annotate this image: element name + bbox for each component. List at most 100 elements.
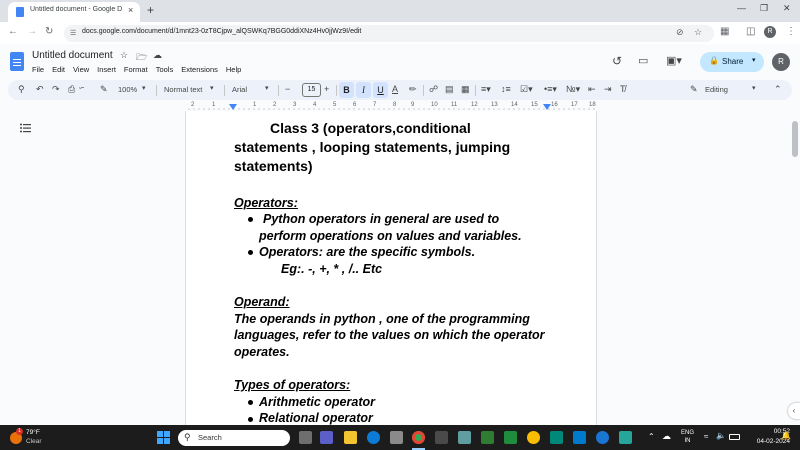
increase-font-size-icon[interactable]: + [324, 84, 329, 94]
menu-edit[interactable]: Edit [52, 65, 65, 74]
app-icon[interactable] [527, 431, 540, 444]
teams-icon[interactable] [320, 431, 333, 444]
wifi-icon[interactable]: ≈ [704, 432, 708, 441]
restore-icon[interactable]: ❐ [760, 3, 768, 14]
browser-menu-icon[interactable]: ⋮ [786, 26, 796, 37]
excel-icon[interactable] [504, 431, 517, 444]
underline-icon[interactable]: U [373, 82, 388, 98]
numbered-list-icon[interactable]: №▾ [566, 84, 580, 95]
editing-pencil-icon[interactable]: ✎ [690, 84, 698, 95]
bulleted-list-icon[interactable]: •≡▾ [544, 84, 557, 95]
new-tab-button[interactable]: + [147, 3, 154, 17]
add-comment-icon[interactable]: ▤ [445, 84, 454, 95]
document-title[interactable]: Untitled document [32, 50, 113, 61]
side-panel-toggle-icon[interactable]: ‹ [788, 403, 800, 419]
task-view-icon[interactable] [299, 431, 312, 444]
move-folder-icon[interactable]: 🗁 [136, 50, 147, 66]
zoom-select[interactable]: 100% [118, 85, 137, 94]
app-icon[interactable] [596, 431, 609, 444]
decrease-indent-icon[interactable]: ⇤ [588, 84, 596, 95]
user-avatar[interactable]: R [772, 53, 790, 71]
font-size-input[interactable]: 15 [302, 83, 321, 97]
camera-off-icon[interactable]: ⊘ [676, 27, 684, 38]
language-indicator[interactable]: ENG IN [681, 429, 694, 445]
app-icon[interactable] [481, 431, 494, 444]
onedrive-cloud-icon[interactable]: ☁ [662, 431, 671, 442]
menu-extensions[interactable]: Extensions [181, 65, 218, 74]
editing-mode-select[interactable]: Editing [705, 85, 728, 94]
weather-description[interactable]: Clear [26, 438, 42, 445]
menu-view[interactable]: View [73, 65, 89, 74]
redo-icon[interactable]: ↷ [52, 84, 60, 95]
increase-indent-icon[interactable]: ⇥ [604, 84, 612, 95]
tab-close-icon[interactable]: × [128, 5, 133, 15]
side-panel-icon[interactable]: ◫ [746, 26, 755, 37]
document-page[interactable]: Class 3 (operators,conditional statement… [185, 111, 597, 425]
clear-formatting-icon[interactable]: T̸ [620, 84, 626, 94]
back-icon[interactable]: ← [8, 26, 18, 37]
decrease-font-size-icon[interactable]: − [285, 84, 290, 94]
font-dropdown-icon[interactable]: ▾ [265, 84, 269, 92]
share-dropdown-icon[interactable]: ▾ [752, 56, 756, 64]
vertical-scrollbar[interactable] [792, 121, 798, 157]
insert-image-icon[interactable]: ▦ [461, 84, 470, 95]
share-button[interactable]: 🔒 Share ▾ [700, 52, 764, 72]
weather-temperature[interactable]: 79°F [26, 429, 40, 436]
menu-help[interactable]: Help [226, 65, 241, 74]
browser-tab[interactable]: Untitled document - Google Do × [8, 2, 140, 22]
site-info-icon[interactable]: ☰ [70, 29, 76, 37]
collapse-menus-icon[interactable]: ⌃ [774, 84, 782, 95]
menu-tools[interactable]: Tools [156, 65, 174, 74]
line-spacing-icon[interactable]: ↕≡ [501, 84, 511, 94]
store-icon[interactable] [390, 431, 403, 444]
app-icon[interactable] [458, 431, 471, 444]
print-icon[interactable]: ⎙ [68, 84, 75, 95]
url-input[interactable]: ☰ docs.google.com/document/d/1mnt23-0zT8… [64, 25, 714, 42]
font-select[interactable]: Arial [232, 85, 247, 94]
version-history-icon[interactable]: ↺ [612, 54, 622, 68]
extensions-icon[interactable]: ▦ [720, 26, 729, 37]
star-icon[interactable]: ☆ [120, 50, 128, 61]
chrome-icon[interactable] [412, 431, 425, 444]
zoom-dropdown-icon[interactable]: ▾ [142, 84, 146, 92]
volume-icon[interactable]: 🔈 [716, 431, 726, 440]
style-select[interactable]: Normal text [164, 85, 202, 94]
windows-start-icon[interactable] [157, 431, 170, 444]
menu-insert[interactable]: Insert [97, 65, 116, 74]
notifications-bell-icon[interactable]: 🔔 [781, 431, 791, 440]
minimize-icon[interactable]: — [737, 3, 746, 13]
document-outline-icon[interactable] [20, 123, 31, 133]
bold-icon[interactable]: B [339, 82, 354, 98]
taskbar-search-input[interactable]: ⚲ Search [178, 430, 290, 446]
align-icon[interactable]: ≡▾ [481, 84, 491, 95]
horizontal-ruler[interactable]: 2 1 1 2 3 4 5 6 7 8 9 10 11 12 13 14 15 … [185, 101, 597, 111]
vscode-icon[interactable] [573, 431, 586, 444]
show-hidden-icons-icon[interactable]: ⌃ [648, 432, 655, 441]
style-dropdown-icon[interactable]: ▾ [210, 84, 214, 92]
app-icon[interactable] [435, 431, 448, 444]
docs-logo-icon[interactable] [10, 52, 24, 71]
paint-format-icon[interactable]: ✎ [100, 84, 108, 95]
menu-format[interactable]: Format [124, 65, 148, 74]
profile-avatar[interactable]: R [764, 26, 776, 38]
edge-icon[interactable] [367, 431, 380, 444]
highlight-icon[interactable]: ✏ [409, 84, 417, 95]
comments-icon[interactable]: ▭ [638, 54, 648, 67]
text-color-icon[interactable]: A [392, 84, 398, 94]
meet-icon[interactable]: ▣▾ [666, 54, 682, 67]
mode-dropdown-icon[interactable]: ▾ [752, 84, 756, 92]
italic-icon[interactable]: I [356, 82, 371, 98]
window-close-icon[interactable]: ✕ [783, 3, 791, 14]
reload-icon[interactable]: ↻ [45, 26, 53, 37]
left-indent-marker[interactable] [229, 104, 237, 110]
right-indent-marker[interactable] [543, 104, 551, 110]
app-icon[interactable] [619, 431, 632, 444]
checklist-icon[interactable]: ☑▾ [520, 84, 533, 95]
bookmark-star-icon[interactable]: ☆ [694, 27, 702, 38]
search-menus-icon[interactable]: ⚲ [18, 84, 25, 95]
insert-link-icon[interactable]: ☍ [429, 84, 438, 95]
menu-file[interactable]: File [32, 65, 44, 74]
battery-icon[interactable] [729, 434, 740, 440]
undo-icon[interactable]: ↶ [36, 84, 44, 95]
file-explorer-icon[interactable] [344, 431, 357, 444]
